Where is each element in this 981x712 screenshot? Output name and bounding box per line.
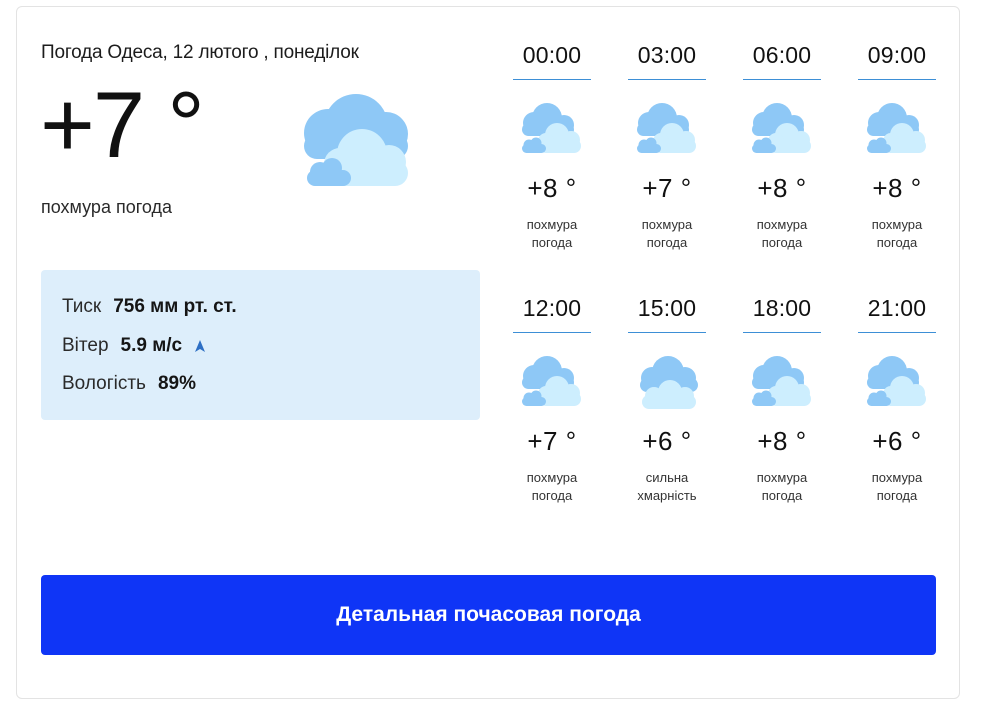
hour-temperature: +7 ° [527,426,577,456]
hour-condition: похмура погода [858,216,936,252]
pressure-label: Тиск [62,296,102,317]
overcast-icon [522,103,581,153]
hour-temperature: +8 ° [757,173,807,203]
hour-forecast-item: 15:00 +6 ° сильна хмарність [628,295,706,505]
overcast-icon [522,356,581,406]
hour-forecast-item: 00:00 +8 ° похмура погода [513,42,591,252]
hour-condition: похмура погода [743,216,821,252]
hour-forecast-item: 12:00 +7 ° похмура погода [513,295,591,505]
hour-condition-line: похмура [871,217,923,232]
hour-condition-line: погода [761,488,803,503]
hour-temperature: +8 ° [527,173,577,203]
hour-condition: похмура погода [858,469,936,505]
pressure-row: Тиск 756 мм рт. ст. [62,296,237,318]
overcast-icon [867,356,926,406]
hour-condition-line: похмура [526,217,578,232]
hour-time: 12:00 [513,295,591,333]
hour-condition-line: погода [531,235,573,250]
wind-row: Вітер 5.9 м/с [62,335,206,357]
wind-value: 5.9 м/с [120,335,183,356]
hour-condition-line: похмура [871,470,923,485]
hour-temperature: +6 ° [642,426,692,456]
hour-temperature: +8 ° [757,426,807,456]
humidity-row: Вологість 89% [62,373,196,395]
hour-time: 03:00 [628,42,706,80]
hour-condition: похмура погода [628,216,706,252]
hour-forecast-item: 18:00 +8 ° похмура погода [743,295,821,505]
hour-time: 06:00 [743,42,821,80]
hour-temperature: +6 ° [872,426,922,456]
hour-time: 21:00 [858,295,936,333]
humidity-label: Вологість [62,373,146,394]
hour-condition: похмура погода [743,469,821,505]
overcast-icon [637,103,696,153]
current-condition: похмура погода [41,197,173,217]
hour-condition-line: погода [876,235,918,250]
wind-label: Вітер [62,335,109,356]
detailed-hourly-weather-button[interactable]: Детальная почасовая погода [41,575,936,655]
hour-forecast-item: 03:00 +7 ° похмура погода [628,42,706,252]
overcast-icon [752,103,811,153]
hour-condition: похмура погода [513,216,591,252]
widget-title: Погода Одеса, 12 лютого , понеділок [41,42,359,63]
hour-time: 00:00 [513,42,591,80]
current-temperature: +7 ° [40,72,205,177]
hour-condition-line: сильна [645,470,689,485]
hour-condition-line: похмура [526,470,578,485]
hour-temperature: +7 ° [642,173,692,203]
hour-condition-line: погода [876,488,918,503]
hour-temperature: +8 ° [872,173,922,203]
hour-time: 15:00 [628,295,706,333]
hour-condition-line: похмура [641,217,693,232]
hour-condition: похмура погода [513,469,591,505]
hour-forecast-item: 09:00 +8 ° похмура погода [858,42,936,252]
hour-time: 09:00 [858,42,936,80]
weather-details-panel: Тиск 756 мм рт. ст. Вітер 5.9 м/с Вологі… [41,270,480,420]
humidity-value: 89% [157,373,196,394]
wind-direction-icon [195,340,206,352]
cloudy-icon [304,94,408,186]
hour-condition-line: хмарність [637,488,697,503]
hour-forecast-item: 21:00 +6 ° похмура погода [858,295,936,505]
hour-time: 18:00 [743,295,821,333]
hour-condition-line: погода [646,235,688,250]
cloudy-icon [640,356,698,409]
overcast-icon [752,356,811,406]
hour-condition-line: похмура [756,470,808,485]
overcast-icon [867,103,926,153]
hour-forecast-item: 06:00 +8 ° похмура погода [743,42,821,252]
hour-condition: сильна хмарність [628,469,706,505]
pressure-value: 756 мм рт. ст. [113,296,237,317]
hour-condition-line: погода [531,488,573,503]
hour-condition-line: похмура [756,217,808,232]
hour-condition-line: погода [761,235,803,250]
